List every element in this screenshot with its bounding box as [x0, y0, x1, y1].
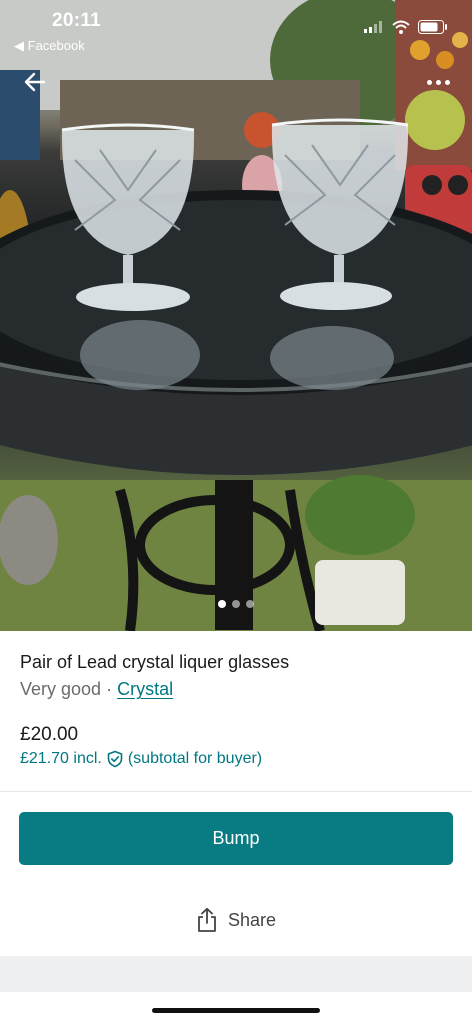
price-incl-protection[interactable]: £21.70 incl. (subtotal for buyer)	[20, 750, 262, 768]
share-button[interactable]: Share	[0, 895, 472, 945]
more-dots-icon	[426, 79, 432, 85]
status-bar: 20:11 ◀︎ Facebook	[0, 0, 472, 60]
share-icon	[198, 907, 216, 932]
back-arrow-button[interactable]	[18, 66, 52, 98]
share-label: Share	[227, 909, 277, 930]
photo-scene	[0, 0, 472, 631]
price-incl-value: £21.70 incl.	[20, 750, 102, 767]
divider	[0, 791, 472, 792]
back-app-label: Facebook	[27, 38, 85, 53]
meta-separator: ·	[106, 679, 113, 699]
back-to-app-link[interactable]: ◀︎ Facebook	[14, 38, 85, 54]
back-triangle-icon: ◀︎	[14, 38, 24, 53]
signal-icon	[364, 21, 382, 33]
bump-button[interactable]: Bump	[19, 812, 453, 865]
item-meta: Very good · Crystal	[20, 679, 173, 700]
carousel-dot[interactable]	[218, 600, 226, 608]
carousel-dot[interactable]	[232, 600, 240, 608]
item-price: £20.00	[20, 724, 79, 745]
more-options-button[interactable]	[418, 66, 458, 98]
arrow-left-icon	[24, 72, 46, 92]
battery-icon	[418, 20, 447, 34]
carousel-indicator	[0, 600, 472, 608]
item-title: Pair of Lead crystal liquer glasses	[20, 652, 290, 672]
shield-check-icon	[107, 750, 123, 768]
item-photo[interactable]: 20:11 ◀︎ Facebook	[0, 0, 472, 631]
subtotal-note: (subtotal for buyer)	[127, 750, 263, 767]
home-indicator[interactable]	[152, 1008, 320, 1013]
bottom-band	[0, 956, 472, 992]
wifi-icon	[392, 20, 410, 34]
carousel-dot[interactable]	[246, 600, 254, 608]
status-time: 20:11	[52, 10, 102, 31]
status-icons	[364, 20, 448, 34]
brand-link[interactable]: Crystal	[117, 679, 173, 699]
item-condition: Very good	[20, 679, 102, 699]
